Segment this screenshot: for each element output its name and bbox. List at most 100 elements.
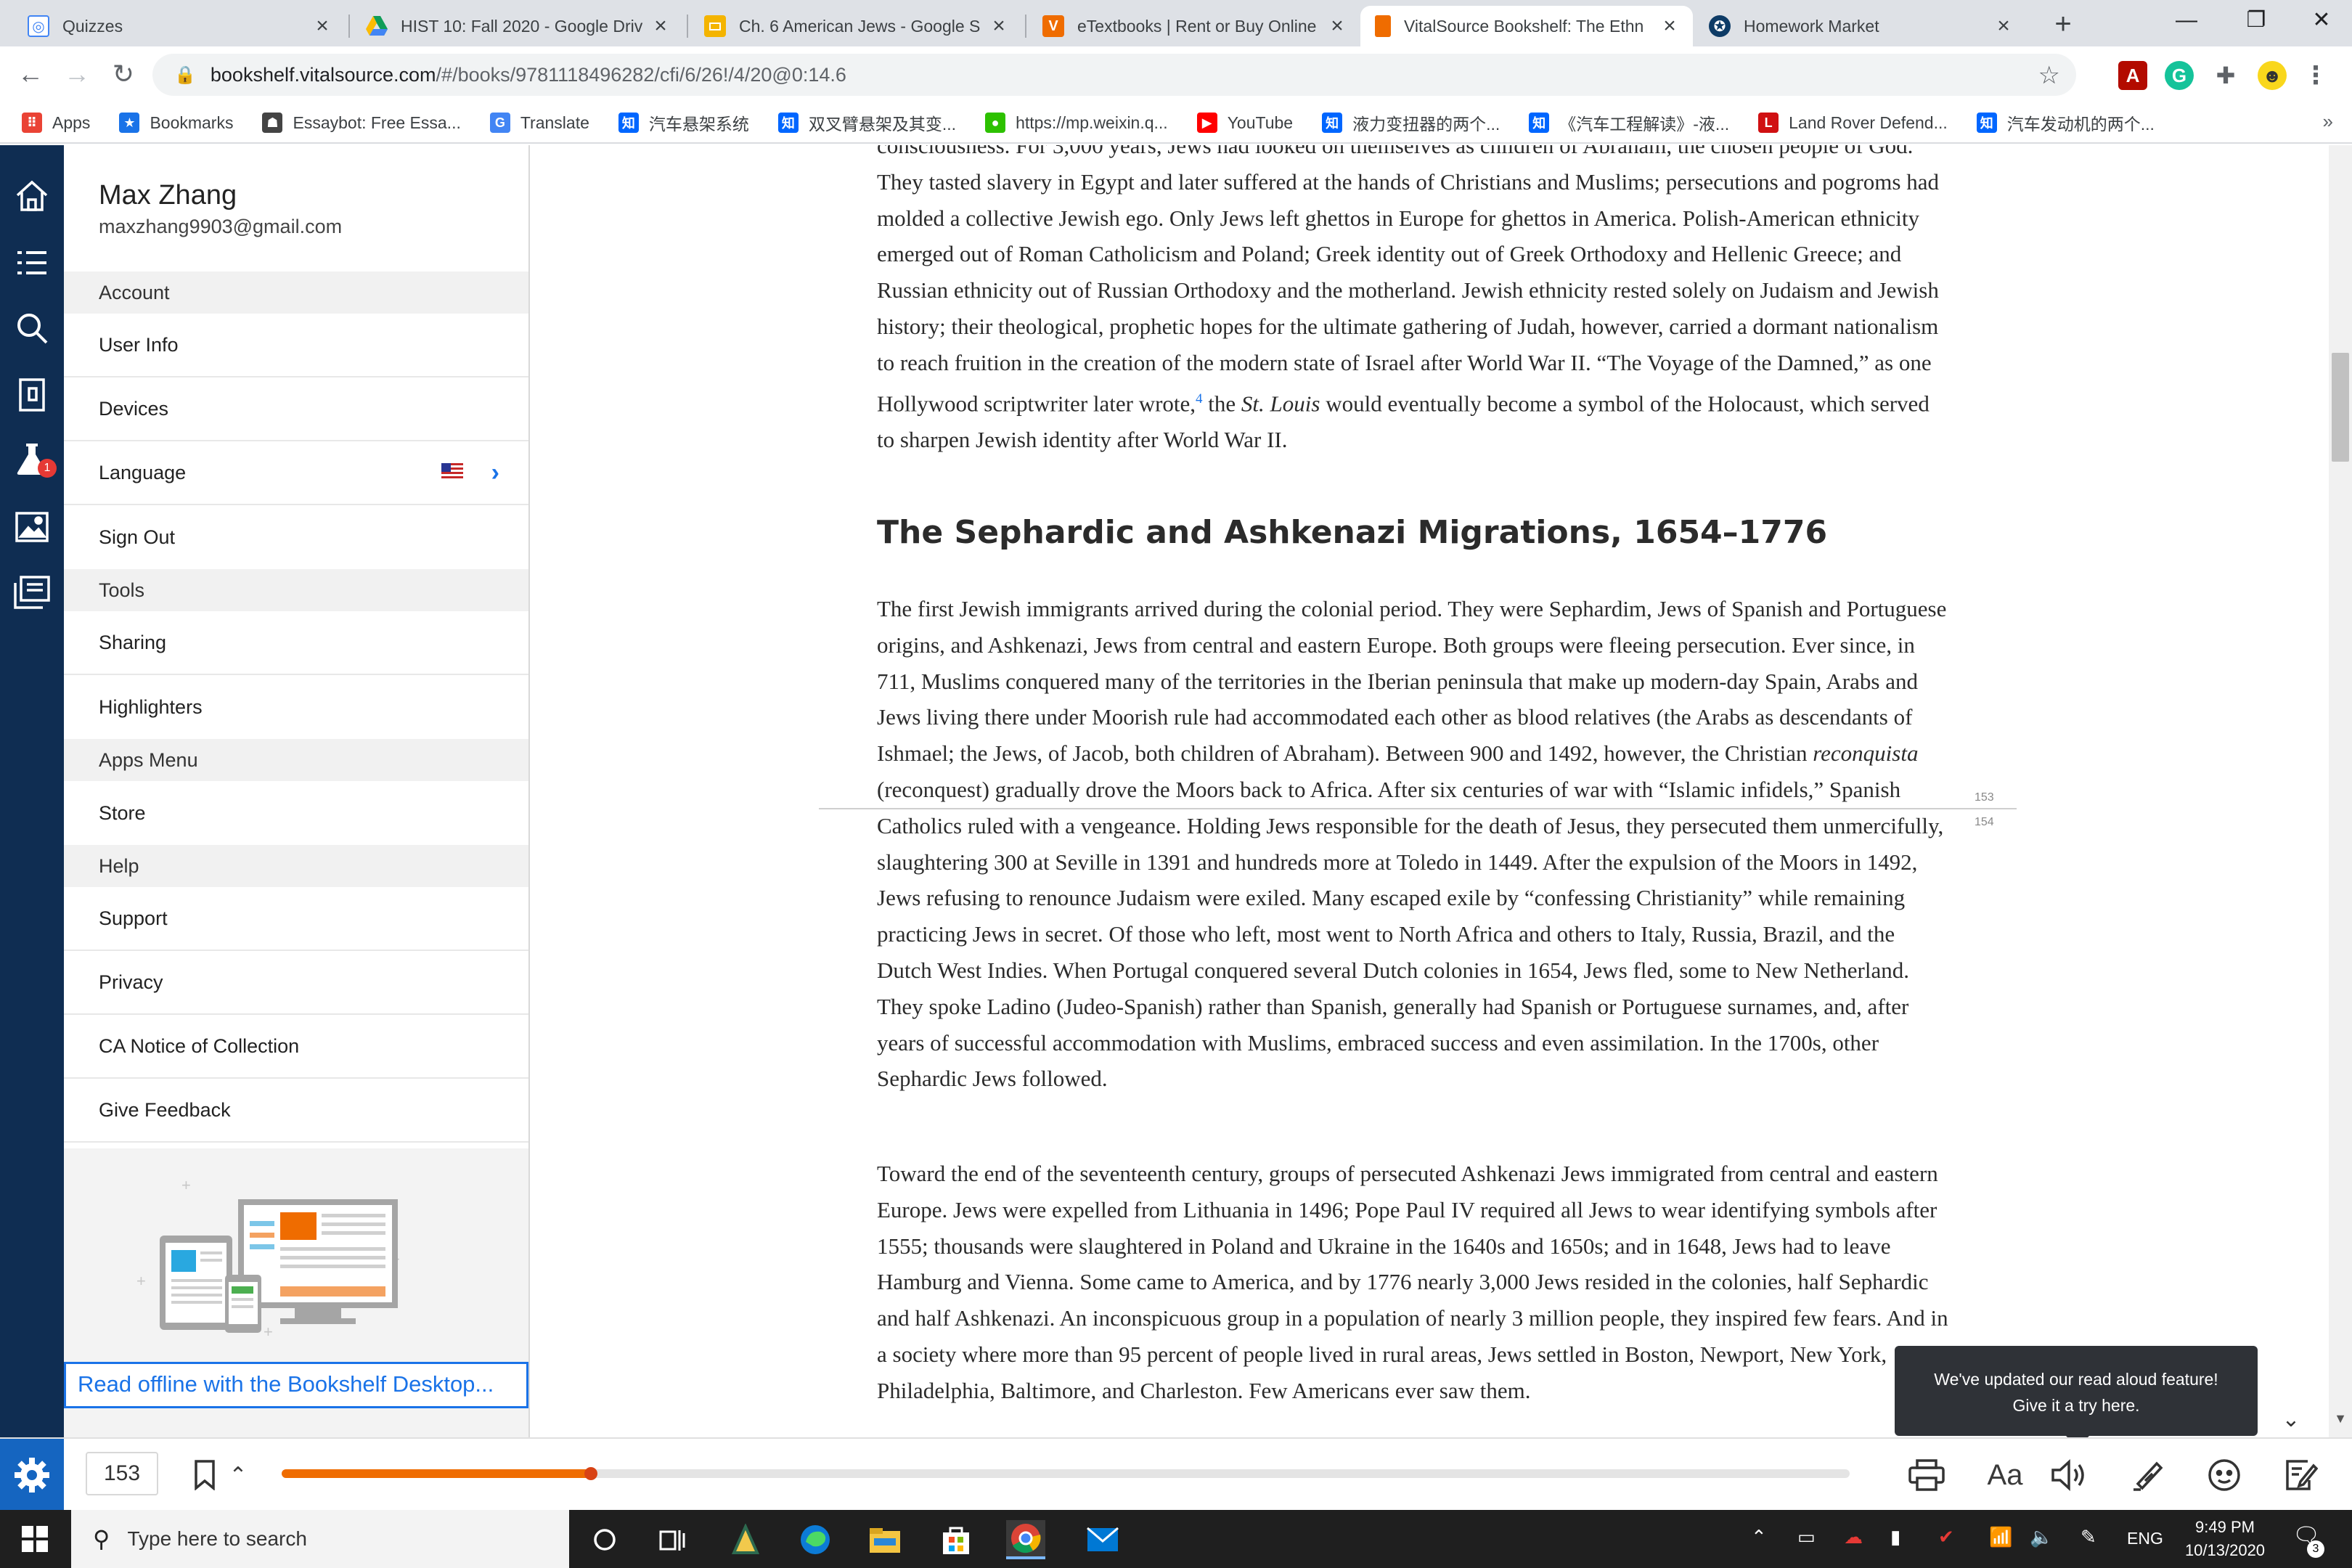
close-icon[interactable]: ×: [1993, 14, 2014, 38]
bookmark-item[interactable]: ★ Bookmarks: [119, 113, 233, 133]
accessibility-face-icon[interactable]: [2204, 1456, 2245, 1494]
menu-item-ca-notice[interactable]: CA Notice of Collection: [64, 1015, 528, 1079]
app-taskbar-icon[interactable]: [726, 1520, 765, 1559]
lock-icon: 🔒: [174, 65, 196, 85]
profile-avatar-icon[interactable]: ☻: [2258, 61, 2287, 90]
tray-antivirus-icon[interactable]: ✔: [1938, 1526, 1954, 1548]
acrobat-extension-icon[interactable]: A: [2118, 61, 2147, 90]
close-icon[interactable]: ×: [989, 14, 1009, 38]
reader-scrollbar[interactable]: ▼: [2329, 145, 2352, 1437]
bookmark-item[interactable]: 知汽车发动机的两个...: [1976, 110, 2155, 135]
highlighter-pen-icon[interactable]: [2127, 1456, 2168, 1494]
zhihu-icon: 知: [1322, 113, 1343, 133]
menu-item-store[interactable]: Store: [64, 781, 528, 845]
scroll-down-arrow-icon[interactable]: ▼: [2329, 1411, 2352, 1426]
tab-google-drive[interactable]: HIST 10: Fall 2020 - Google Driv ×: [351, 6, 684, 46]
gear-icon: [15, 1458, 49, 1493]
tab-vitalsource-bookshelf[interactable]: VitalSource Bookshelf: The Ethn ×: [1360, 6, 1693, 46]
chrome-menu-icon[interactable]: ⋮: [2301, 61, 2330, 90]
bookmark-item[interactable]: ● https://mp.weixin.q...: [985, 113, 1168, 133]
new-tab-button[interactable]: +: [2046, 7, 2081, 42]
taskbar-clock[interactable]: 9:49 PM 10/13/2020: [2171, 1516, 2279, 1562]
chrome-browser-icon[interactable]: [1006, 1520, 1045, 1559]
reading-progress-bar[interactable]: [282, 1467, 1850, 1480]
tab-etextbooks[interactable]: V eTextbooks | Rent or Buy Online ×: [1028, 6, 1360, 46]
bookmark-label: 液力变扭器的两个...: [1352, 115, 1500, 134]
windows-start-button[interactable]: [0, 1510, 70, 1568]
contents-list-icon[interactable]: [13, 244, 51, 282]
close-icon[interactable]: ×: [1327, 14, 1347, 38]
cortana-circle-icon[interactable]: [585, 1520, 624, 1559]
bookmark-item[interactable]: L Land Rover Defend...: [1758, 113, 1948, 133]
bookmark-item[interactable]: ☗ Essaybot: Free Essa...: [262, 113, 461, 133]
taskbar-search-box[interactable]: ⚲ Type here to search: [71, 1510, 569, 1568]
task-view-icon[interactable]: [653, 1520, 693, 1559]
menu-item-user-info[interactable]: User Info: [64, 314, 528, 377]
menu-item-highlighters[interactable]: Highlighters: [64, 675, 528, 739]
bookshelf-desktop-link[interactable]: Read offline with the Bookshelf Desktop.…: [64, 1362, 528, 1408]
menu-item-devices[interactable]: Devices: [64, 377, 528, 441]
back-button[interactable]: ←: [10, 54, 51, 94]
bookmark-item[interactable]: 知汽车悬架系统: [618, 110, 749, 135]
flashcards-icon[interactable]: [13, 376, 51, 414]
bookmark-item[interactable]: 知液力变扭器的两个...: [1322, 110, 1500, 135]
bookmark-item[interactable]: G Translate: [489, 113, 589, 133]
tray-volume-icon[interactable]: 🔈: [2030, 1526, 2053, 1548]
footnote-link[interactable]: 4: [1196, 391, 1203, 407]
menu-item-sign-out[interactable]: Sign Out: [64, 505, 528, 569]
tab-homework-market[interactable]: ✪ Homework Market ×: [1694, 6, 2027, 46]
bookmark-item[interactable]: ⠿ Apps: [22, 113, 90, 133]
tray-battery-icon[interactable]: ▮: [1890, 1526, 1900, 1548]
edge-browser-icon[interactable]: [796, 1520, 835, 1559]
chevron-up-icon[interactable]: ⌃: [218, 1456, 258, 1494]
menu-item-sharing[interactable]: Sharing: [64, 611, 528, 675]
bookmark-item[interactable]: 知《汽车工程解读》-液...: [1529, 110, 1729, 135]
settings-gear-button[interactable]: [0, 1439, 64, 1511]
menu-item-language[interactable]: Language ›: [64, 441, 528, 505]
grammarly-extension-icon[interactable]: G: [2165, 61, 2194, 90]
notes-edit-icon[interactable]: [2281, 1456, 2322, 1494]
home-icon[interactable]: [13, 177, 51, 215]
tray-cloud-sync-icon[interactable]: ☁: [1844, 1526, 1863, 1548]
progress-knob[interactable]: [584, 1467, 597, 1480]
tray-wifi-icon[interactable]: 📶: [1989, 1526, 2012, 1548]
mail-icon[interactable]: [1083, 1520, 1122, 1559]
menu-item-privacy[interactable]: Privacy: [64, 951, 528, 1015]
tab-google-slides[interactable]: Ch. 6 American Jews - Google S ×: [690, 6, 1022, 46]
file-explorer-icon[interactable]: [865, 1520, 905, 1559]
search-icon[interactable]: [13, 309, 51, 347]
forward-button[interactable]: →: [57, 54, 97, 94]
bookmarks-overflow-icon[interactable]: »: [2323, 110, 2333, 133]
restore-button[interactable]: ❐: [2221, 0, 2291, 41]
close-window-button[interactable]: ✕: [2287, 0, 2352, 41]
page-number-input[interactable]: 153: [86, 1452, 158, 1495]
print-icon[interactable]: [1906, 1456, 1947, 1494]
section-account: Account: [64, 271, 528, 314]
notes-stack-icon[interactable]: [13, 573, 51, 611]
bookmark-label: Land Rover Defend...: [1789, 113, 1948, 132]
menu-item-support[interactable]: Support: [64, 887, 528, 951]
scrollbar-thumb[interactable]: [2332, 353, 2349, 462]
minimize-button[interactable]: —: [2152, 0, 2221, 41]
extensions-puzzle-icon[interactable]: ✚: [2211, 61, 2240, 90]
font-size-icon[interactable]: Aa: [1985, 1456, 2025, 1494]
close-icon[interactable]: ×: [312, 14, 332, 38]
address-bar[interactable]: 🔒 bookshelf.vitalsource.com/#/books/9781…: [152, 54, 2076, 96]
bookmark-star-icon[interactable]: ☆: [2038, 61, 2060, 90]
close-icon[interactable]: ×: [1659, 14, 1680, 38]
bookmark-item[interactable]: 知双叉臂悬架及其变...: [777, 110, 956, 135]
read-aloud-toast[interactable]: We've updated our read aloud feature! Gi…: [1895, 1346, 2258, 1447]
store-bag-icon[interactable]: [936, 1520, 976, 1559]
menu-item-give-feedback[interactable]: Give Feedback: [64, 1079, 528, 1143]
chevron-down-icon[interactable]: ⌄: [2271, 1407, 2311, 1436]
tray-language[interactable]: ENG: [2127, 1529, 2163, 1548]
image-gallery-icon[interactable]: [13, 508, 51, 546]
tray-network-drive-icon[interactable]: ▭: [1797, 1526, 1816, 1548]
tab-quizzes[interactable]: ◎ Quizzes ×: [13, 6, 346, 46]
close-icon[interactable]: ×: [650, 14, 671, 38]
tray-chevron-up-icon[interactable]: ⌃: [1751, 1526, 1767, 1548]
reload-button[interactable]: ↻: [103, 54, 144, 94]
bookmark-item[interactable]: ▶ YouTube: [1196, 113, 1293, 133]
tray-pen-icon[interactable]: ✎: [2081, 1526, 2096, 1548]
read-aloud-speaker-icon[interactable]: [2049, 1456, 2089, 1494]
